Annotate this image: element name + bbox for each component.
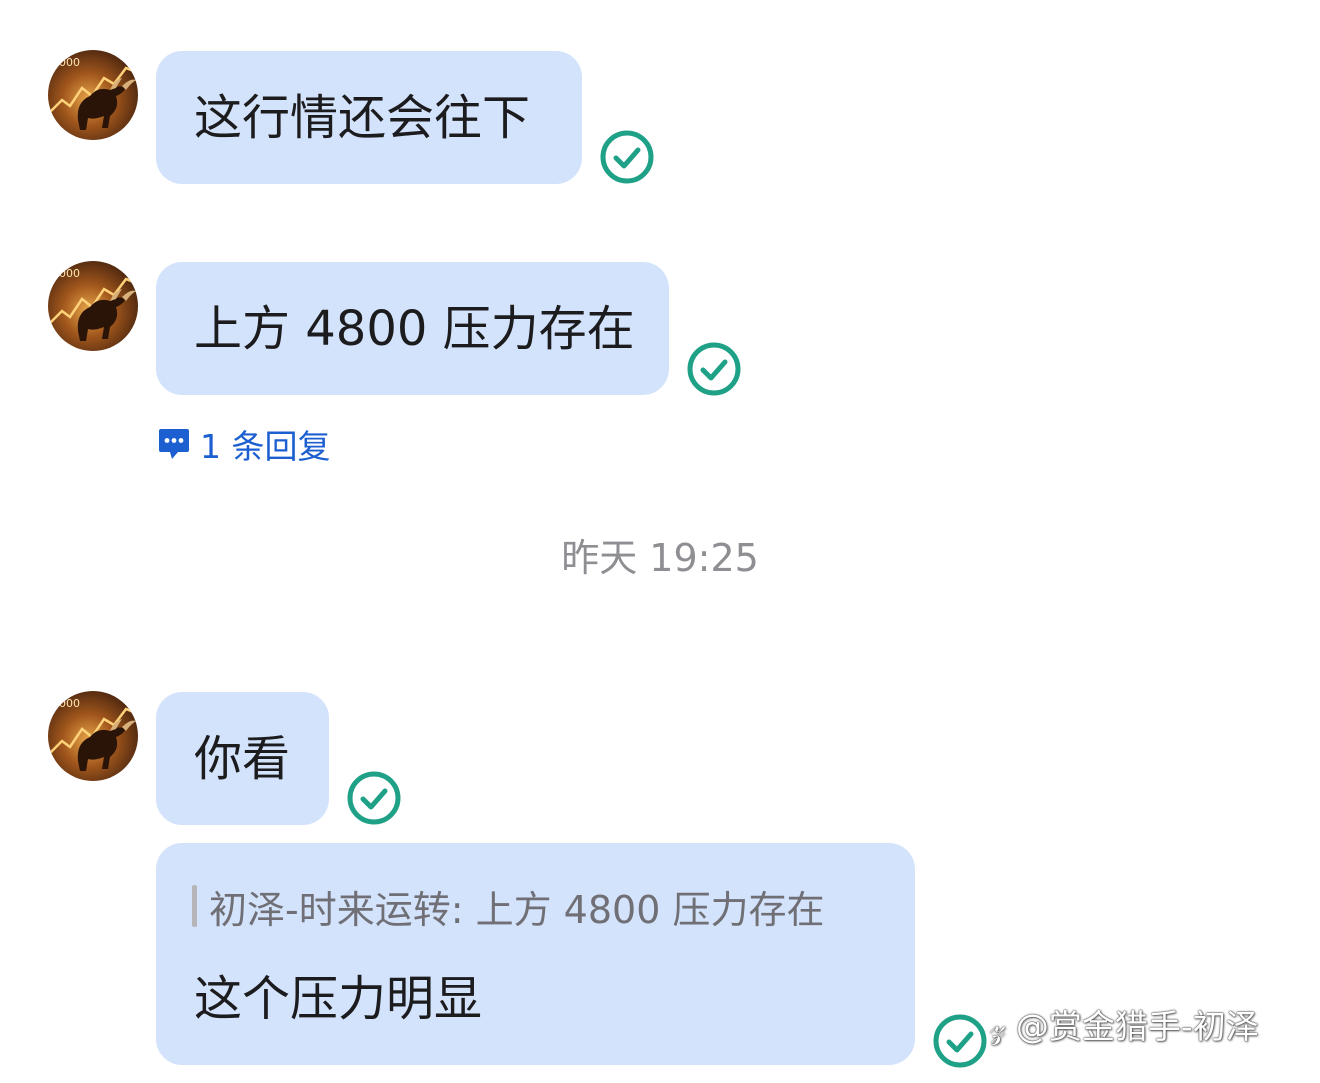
- message-bubble[interactable]: 这行情还会往下: [156, 51, 582, 184]
- message-bubble[interactable]: 上方 4800 压力存在: [156, 262, 669, 395]
- read-check-icon: [599, 129, 655, 185]
- timestamp-divider: 昨天 19:25: [561, 536, 759, 580]
- sender-avatar[interactable]: [48, 691, 138, 781]
- message-text: 上方 4800 压力存在: [194, 301, 635, 357]
- bull-avatar-icon: [48, 691, 138, 781]
- message-text: 这行情还会往下: [194, 90, 531, 146]
- read-check-icon: [686, 341, 742, 397]
- quoted-reply-bubble[interactable]: 初泽-时来运转: 上方 4800 压力存在 这个压力明显: [156, 843, 915, 1065]
- bull-avatar-icon: [48, 50, 138, 140]
- sender-avatar[interactable]: [48, 50, 138, 140]
- bull-avatar-icon: [48, 261, 138, 351]
- sender-avatar[interactable]: [48, 261, 138, 351]
- message-bubble[interactable]: 你看: [156, 692, 329, 825]
- read-check-icon: [346, 770, 402, 826]
- quote-bar: [192, 885, 197, 927]
- zhihu-watermark: 𝓏 @赏金猎手-初泽: [990, 1007, 1259, 1046]
- read-check-icon: [932, 1013, 988, 1069]
- speech-bubble-icon: [159, 429, 189, 459]
- thread-replies-link[interactable]: 1 条回复: [156, 424, 331, 466]
- message-text: 你看: [194, 731, 291, 787]
- message-text: 这个压力明显: [194, 971, 483, 1027]
- quoted-message[interactable]: 初泽-时来运转: 上方 4800 压力存在: [192, 883, 824, 932]
- thread-replies-label: 1 条回复: [200, 427, 331, 466]
- quoted-message-text: 初泽-时来运转: 上方 4800 压力存在: [209, 887, 825, 932]
